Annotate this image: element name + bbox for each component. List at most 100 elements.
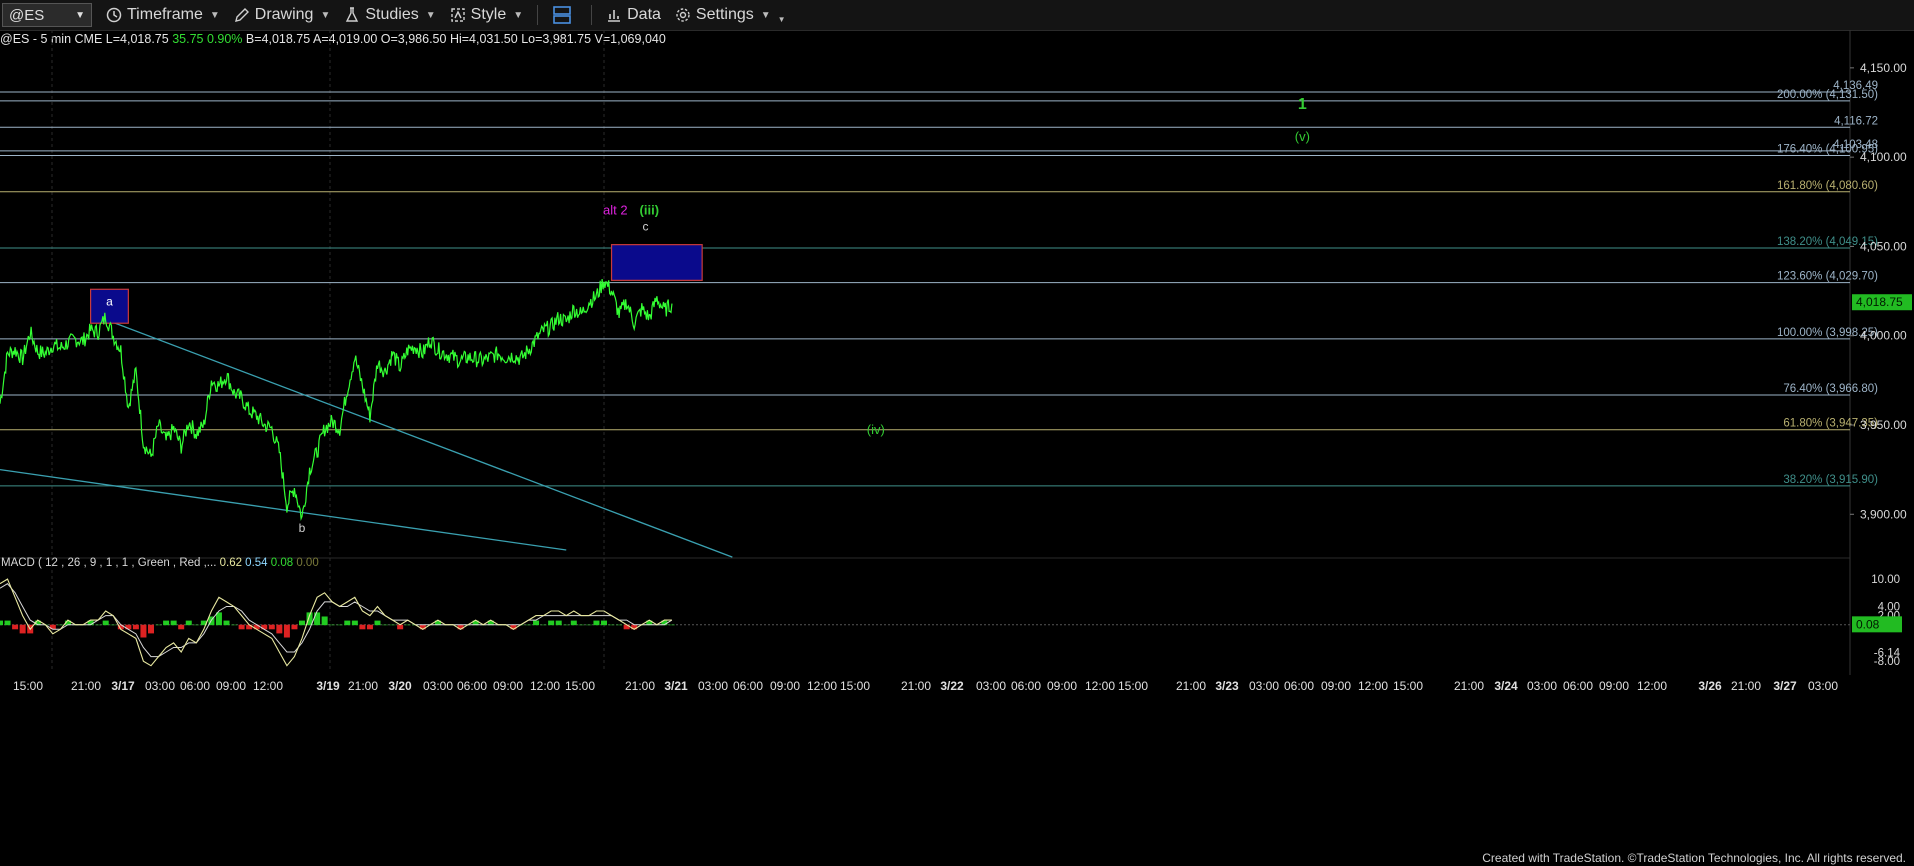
fib-level-label: 4,116.72 [1834, 115, 1878, 127]
time-axis-label: 06:00 [457, 679, 487, 693]
macd-histogram-bar [148, 624, 154, 634]
macd-histogram-bar [223, 620, 230, 626]
toolbar-divider [591, 5, 593, 25]
time-axis-label: 3/22 [940, 679, 964, 693]
macd-panel: MACD ( 12 , 26 , 9 , 1 , 1 , Green , Red… [0, 557, 1902, 668]
time-axis-label: 03:00 [423, 679, 453, 693]
time-axis-label: 06:00 [733, 679, 763, 693]
price-tick-label: 3,950.00 [1860, 418, 1907, 432]
time-axis[interactable]: 15:00 21:00 3/17 03:00 06:00 09:00 12:00 3/19 21… [13, 679, 1838, 693]
macd-histogram-bar [102, 620, 109, 626]
data-menu[interactable]: Data [606, 6, 661, 24]
time-axis-label: 21:00 [625, 679, 655, 693]
time-axis-label: 12:00 [1085, 679, 1115, 693]
chevron-down-icon: ▼ [425, 9, 436, 21]
macd-histogram-bar [533, 620, 540, 626]
macd-histogram-bar [140, 624, 147, 638]
macd-header: MACD ( 12 , 26 , 9 , 1 , 1 , Green , Red… [1, 557, 319, 569]
macd-histogram-bar [344, 620, 351, 626]
macd-histogram-bar [231, 624, 238, 626]
studies-label: Studies [365, 6, 419, 23]
time-axis-label: 09:00 [1047, 679, 1077, 693]
macd-histogram-bar [193, 624, 200, 626]
wave-label: 1 [1298, 96, 1307, 113]
copyright-footer: Created with TradeStation. ©TradeStation… [1482, 851, 1906, 865]
time-axis-label: 3/23 [1215, 679, 1239, 693]
wave-labels: a b c alt 2 (iii) (iv) (v) 1 [106, 96, 1310, 535]
macd-header-part: 0.00 [293, 557, 319, 569]
price-tick-label: 3,900.00 [1860, 507, 1907, 521]
time-axis-label: 3/19 [316, 679, 340, 693]
macd-histogram-bar [178, 624, 185, 630]
time-axis-label: 09:00 [493, 679, 523, 693]
layout-button[interactable] [552, 5, 577, 25]
time-axis-label: 12:00 [807, 679, 837, 693]
time-axis-label: 03:00 [698, 679, 728, 693]
current-price-label: 4,018.75 [1856, 295, 1903, 309]
macd-histogram-bar [585, 624, 592, 626]
macd-histogram-bar [359, 624, 366, 630]
price-axis[interactable]: 3,900.00 3,950.00 4,000.00 4,050.00 4,100.00… [1850, 61, 1912, 521]
macd-header-part: 0.62 [216, 557, 242, 569]
fib-level-label: 161.80% (4,080.60) [1777, 180, 1878, 192]
chart-grid [0, 30, 1851, 675]
macd-histogram-bar [397, 624, 404, 630]
time-axis-label: 15:00 [565, 679, 595, 693]
macd-histogram-bar [155, 624, 162, 626]
macd-histogram-bar [95, 624, 102, 626]
style-menu[interactable]: Style ▼ [450, 6, 523, 24]
macd-histogram-bar [608, 624, 615, 626]
macd-histogram-bar [268, 624, 275, 630]
wave-label: (iii) [640, 202, 660, 217]
macd-signal-line [0, 583, 673, 658]
time-axis-label: 3/26 [1698, 679, 1722, 693]
clock-icon [106, 7, 122, 23]
chevron-down-icon: ▼ [513, 9, 524, 21]
style-icon [450, 8, 465, 22]
tradestation-chart-window: { "toolbar": { "symbol": "@ES", "timefra… [0, 0, 1914, 866]
macd-histogram-bar [336, 624, 343, 626]
flask-icon [346, 7, 359, 22]
time-axis-label: 12:00 [1358, 679, 1388, 693]
time-axis-label: 15:00 [13, 679, 43, 693]
timeframe-label: Timeframe [127, 6, 203, 23]
macd-histogram-bar [0, 620, 3, 626]
fib-level-label: 38.20% (3,915.90) [1783, 474, 1878, 486]
settings-menu[interactable]: Settings ▼ ▼ [675, 6, 786, 24]
macd-histogram-bar [351, 620, 358, 626]
macd-histogram-bar [314, 612, 321, 626]
time-axis-label: 21:00 [901, 679, 931, 693]
drawing-menu[interactable]: Drawing ▼ [234, 6, 330, 24]
time-axis-label: 03:00 [1527, 679, 1557, 693]
price-chart[interactable]: 4,136.49200.00% (4,131.50)4,116.724,103.… [0, 30, 1914, 836]
time-axis-label: 03:00 [145, 679, 175, 693]
chevron-down-icon: ▼ [209, 9, 220, 21]
time-axis-label: 21:00 [1731, 679, 1761, 693]
time-axis-label: 06:00 [1284, 679, 1314, 693]
macd-histogram-bar [548, 620, 555, 626]
toolbar-divider [537, 5, 539, 25]
macd-histogram-bar [329, 624, 336, 626]
pencil-icon [234, 8, 249, 22]
time-axis-label: 09:00 [1599, 679, 1629, 693]
time-axis-label: 12:00 [253, 679, 283, 693]
macd-histogram-bar [593, 620, 600, 626]
macd-histogram-bar [389, 624, 396, 626]
symbol-selector[interactable]: @ES ▼ [2, 3, 92, 27]
macd-histogram-bar [601, 620, 607, 626]
macd-histogram-bar [321, 616, 328, 626]
wave-label: (iv) [867, 422, 885, 437]
macd-current-label: 0.08 [1856, 617, 1880, 631]
timeframe-menu[interactable]: Timeframe ▼ [106, 6, 220, 24]
macd-histogram-bar [170, 620, 177, 626]
wave-label: a [106, 294, 113, 308]
time-axis-label: 06:00 [180, 679, 210, 693]
time-axis-label: 3/21 [664, 679, 688, 693]
fib-level-label: 123.60% (4,029.70) [1777, 271, 1878, 283]
time-axis-label: 09:00 [216, 679, 246, 693]
trendlines [0, 319, 733, 558]
studies-menu[interactable]: Studies ▼ [344, 6, 436, 24]
time-axis-label: 21:00 [71, 679, 101, 693]
layout-icon [553, 6, 571, 24]
macd-histogram-bar [4, 620, 11, 626]
